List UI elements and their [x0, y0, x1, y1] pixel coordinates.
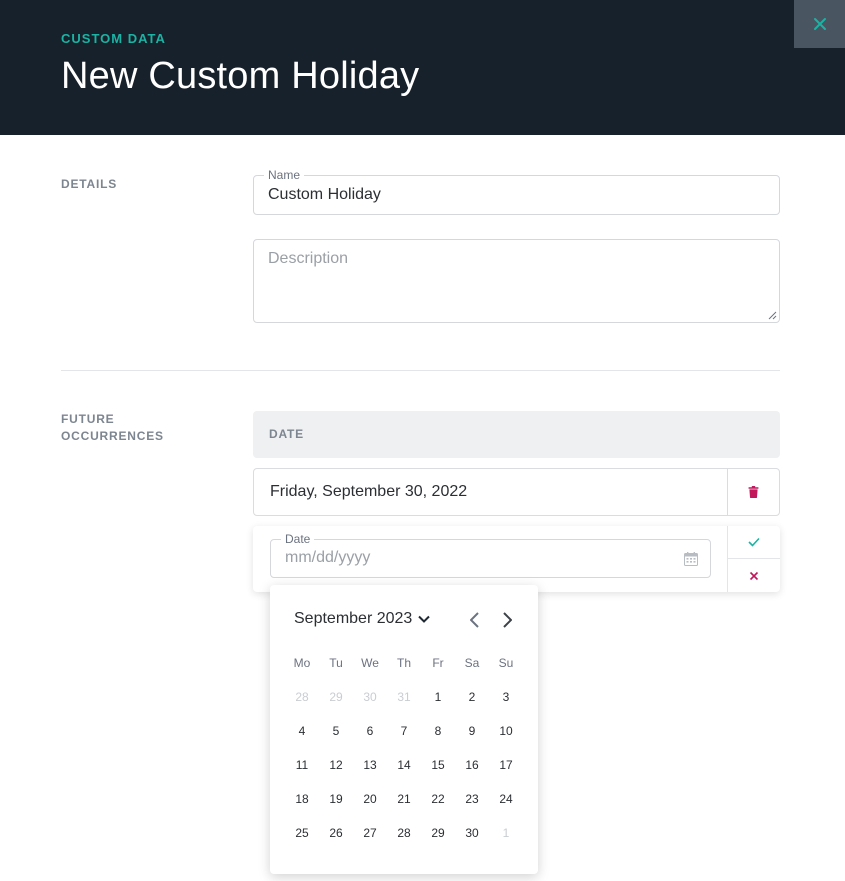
weekday-header: Th	[396, 656, 411, 670]
description-field[interactable]: Description	[253, 239, 780, 323]
close-icon	[813, 18, 826, 30]
calendar-day[interactable]: 3	[489, 683, 523, 711]
calendar-day[interactable]: 7	[387, 717, 421, 745]
new-occurrence-row: Date mm/dd/yyyy	[253, 526, 780, 592]
name-field-value[interactable]: Custom Holiday	[268, 186, 381, 204]
calendar-day[interactable]: 23	[455, 785, 489, 813]
calendar-day[interactable]: 14	[387, 751, 421, 779]
calendar-day[interactable]: 21	[387, 785, 421, 813]
calendar-day[interactable]: 19	[319, 785, 353, 813]
close-icon	[749, 571, 759, 580]
calendar-day[interactable]: 22	[421, 785, 455, 813]
weekday-header: We	[361, 656, 379, 670]
future-occurrences-label-line1: FUTURE	[61, 412, 115, 426]
calendar-day[interactable]: 1	[421, 683, 455, 711]
chevron-down-icon	[418, 615, 431, 623]
delete-occurrence-button[interactable]	[727, 469, 779, 515]
weekday-header: Su	[498, 656, 514, 670]
calendar-day-outside-month[interactable]: 28	[285, 683, 319, 711]
details-section-label: DETAILS	[61, 177, 118, 191]
date-column-header-label: DATE	[269, 427, 304, 441]
calendar-day[interactable]: 20	[353, 785, 387, 813]
calendar-day[interactable]: 5	[319, 717, 353, 745]
previous-month-button[interactable]	[464, 610, 484, 630]
weekday-header: Sa	[464, 656, 480, 670]
calendar-day[interactable]: 2	[455, 683, 489, 711]
calendar-day[interactable]: 13	[353, 751, 387, 779]
chevron-left-icon	[469, 612, 479, 628]
calendar-day[interactable]: 24	[489, 785, 523, 813]
date-input-legend: Date	[281, 532, 315, 546]
date-input-placeholder[interactable]: mm/dd/yyyy	[285, 549, 370, 567]
calendar-day[interactable]: 9	[455, 717, 489, 745]
calendar-day[interactable]: 8	[421, 717, 455, 745]
month-year-selector[interactable]: September 2023	[294, 610, 431, 628]
calendar-day-outside-month[interactable]: 29	[319, 683, 353, 711]
calendar-day[interactable]: 28	[387, 819, 421, 847]
confirm-occurrence-button[interactable]	[728, 526, 780, 559]
calendar-day[interactable]: 6	[353, 717, 387, 745]
occurrence-row: Friday, September 30, 2022	[253, 468, 780, 516]
weekday-header: Tu	[329, 656, 343, 670]
calendar-day[interactable]: 26	[319, 819, 353, 847]
calendar-day[interactable]: 25	[285, 819, 319, 847]
calendar-day[interactable]: 17	[489, 751, 523, 779]
calendar-day-outside-month[interactable]: 31	[387, 683, 421, 711]
month-year-label: September 2023	[294, 610, 413, 627]
calendar-day[interactable]: 30	[455, 819, 489, 847]
occurrence-date: Friday, September 30, 2022	[270, 483, 468, 500]
weekday-header: Fr	[432, 656, 444, 670]
next-month-button[interactable]	[497, 610, 517, 630]
calendar-day[interactable]: 29	[421, 819, 455, 847]
calendar-day[interactable]: 10	[489, 717, 523, 745]
date-column-header: DATE	[253, 411, 780, 458]
chevron-right-icon	[502, 612, 512, 628]
calendar-day[interactable]: 27	[353, 819, 387, 847]
calendar-day[interactable]: 18	[285, 785, 319, 813]
page-header: CUSTOM DATA New Custom Holiday	[0, 0, 845, 135]
cancel-occurrence-button[interactable]	[728, 559, 780, 592]
date-input[interactable]: Date mm/dd/yyyy	[270, 532, 711, 578]
new-occurrence-actions	[727, 526, 780, 592]
page-title: New Custom Holiday	[61, 55, 420, 97]
weekday-header: Mo	[293, 656, 311, 670]
date-picker-calendar: September 2023 Mo Tu We Th Fr Sa Su 28 29 30 31 1 2 3…	[270, 585, 538, 874]
close-button[interactable]	[794, 0, 845, 48]
future-occurrences-label-line2: OCCURRENCES	[61, 429, 164, 443]
calendar-day-outside-month[interactable]: 1	[489, 819, 523, 847]
calendar-day[interactable]: 11	[285, 751, 319, 779]
future-occurrences-label: FUTURE OCCURRENCES	[61, 411, 164, 445]
calendar-day[interactable]: 16	[455, 751, 489, 779]
header-eyebrow: CUSTOM DATA	[61, 31, 166, 46]
calendar-icon[interactable]	[684, 552, 698, 566]
section-divider	[61, 370, 780, 371]
calendar-day[interactable]: 15	[421, 751, 455, 779]
calendar-day[interactable]: 12	[319, 751, 353, 779]
calendar-day-outside-month[interactable]: 30	[353, 683, 387, 711]
calendar-day[interactable]: 4	[285, 717, 319, 745]
trash-icon	[748, 486, 759, 498]
description-placeholder[interactable]: Description	[268, 250, 348, 268]
name-field[interactable]: Name Custom Holiday	[253, 168, 780, 215]
check-icon	[748, 537, 760, 547]
name-field-legend: Name	[264, 168, 305, 182]
resize-grip-icon[interactable]	[768, 311, 777, 320]
